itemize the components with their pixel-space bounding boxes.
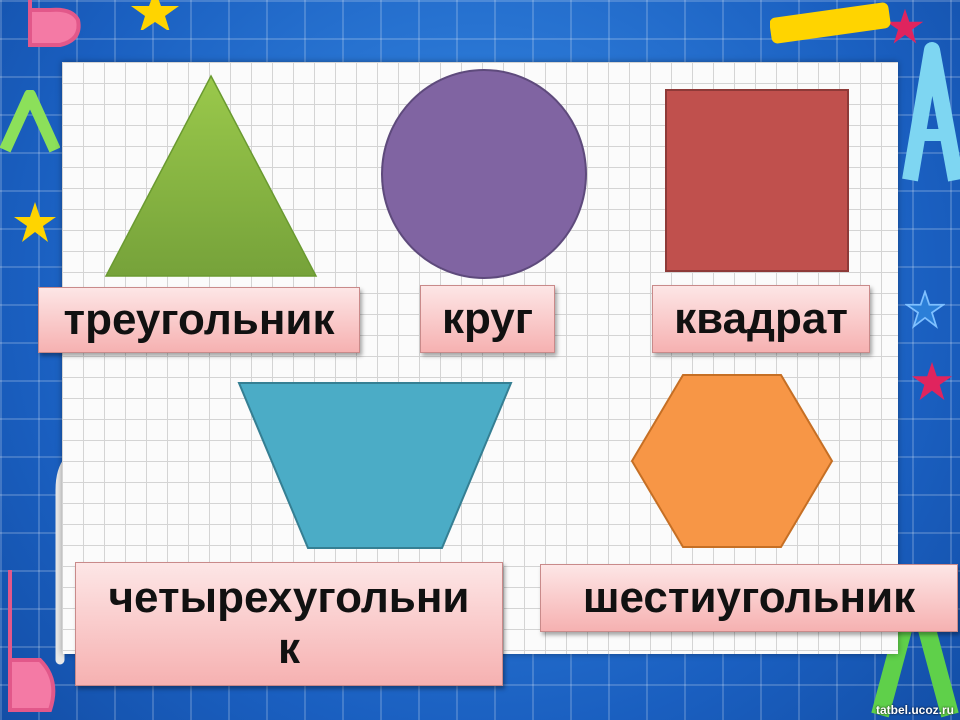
hexagon-shape <box>630 374 834 548</box>
quadrilateral-shape <box>237 382 513 549</box>
star-icon <box>911 361 953 401</box>
site-credit: tatbel.ucoz.ru <box>875 703 954 717</box>
letter-decoration-icon <box>0 90 60 153</box>
letter-b-decoration-icon <box>28 0 81 47</box>
hexagon-fill <box>630 374 834 548</box>
triangle-shape <box>104 74 318 277</box>
star-icon <box>131 0 179 30</box>
quadrilateral-fill <box>237 382 513 549</box>
label-quadrilateral: четырехугольник <box>75 562 503 686</box>
circle-fill <box>381 69 587 279</box>
square-shape <box>665 89 849 272</box>
letter-a-decoration-icon <box>902 42 960 182</box>
star-icon <box>905 290 945 329</box>
label-square: квадрат <box>652 285 870 353</box>
triangle-fill <box>104 74 318 277</box>
star-icon <box>14 202 56 242</box>
square-fill <box>665 89 849 272</box>
label-circle: круг <box>420 285 555 353</box>
label-hexagon: шестиугольник <box>540 564 958 632</box>
label-triangle: треугольник <box>38 287 360 353</box>
pencil-icon <box>770 2 891 44</box>
circle-shape <box>381 69 587 279</box>
